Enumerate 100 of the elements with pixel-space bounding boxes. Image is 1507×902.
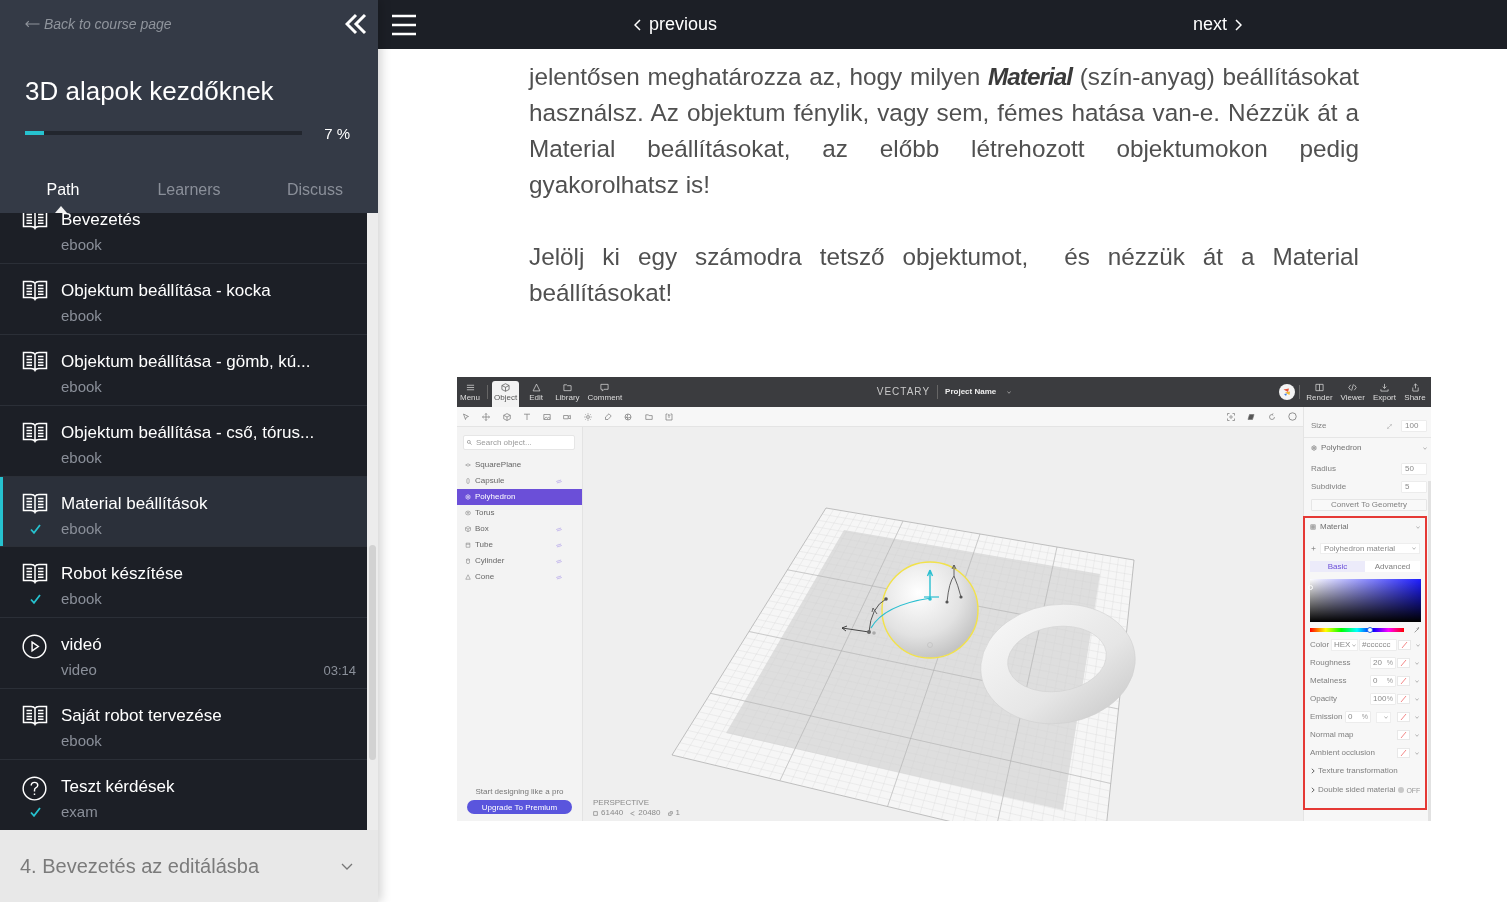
export-icon[interactable] <box>664 412 673 421</box>
previous-button[interactable]: previous <box>634 14 718 35</box>
app-tab[interactable]: Edit <box>523 381 550 407</box>
move-icon[interactable] <box>482 412 491 421</box>
caret-icon[interactable] <box>1415 661 1419 665</box>
object-item[interactable]: Cone <box>457 569 582 585</box>
caret-icon[interactable] <box>1416 643 1420 647</box>
caret-icon[interactable] <box>1415 751 1419 755</box>
tab[interactable]: Learners <box>126 178 252 213</box>
section-label[interactable]: Double sided material <box>1318 785 1396 795</box>
format-dropdown[interactable]: HEX <box>1331 639 1358 651</box>
saturation-picker[interactable] <box>1310 579 1421 622</box>
no-texture-icon[interactable] <box>1397 712 1410 722</box>
scrollbar[interactable] <box>367 213 378 830</box>
material-tab[interactable]: Advanced <box>1365 561 1420 572</box>
number-field[interactable]: 50 <box>1401 463 1427 475</box>
convert-button[interactable]: Convert To Geometry <box>1311 499 1427 511</box>
caret-icon[interactable] <box>1415 715 1419 719</box>
chevron-right-icon[interactable] <box>1311 768 1315 774</box>
caret-icon[interactable] <box>1415 733 1419 737</box>
hue-slider-thumb[interactable] <box>1367 627 1374 633</box>
eye-slash-icon[interactable] <box>556 478 562 484</box>
app-action-button[interactable]: Export <box>1370 381 1398 407</box>
hue-slider[interactable] <box>1310 627 1405 633</box>
lesson-type: ebook <box>61 589 103 610</box>
project-name[interactable]: Project Name <box>945 387 997 397</box>
object-item[interactable]: Polyhedron <box>457 489 582 505</box>
search-field[interactable]: Search object... <box>463 435 575 450</box>
tag-icon[interactable] <box>604 412 613 421</box>
object-item[interactable]: SquarePlane <box>457 457 582 473</box>
property-label: Radius <box>1311 464 1337 474</box>
no-texture-icon[interactable] <box>1397 730 1410 740</box>
lesson-item[interactable]: Material beállítások ebook <box>0 476 367 548</box>
caret-icon[interactable] <box>1415 679 1419 683</box>
rotate-icon[interactable] <box>1267 412 1276 421</box>
link-icon[interactable] <box>1387 423 1392 429</box>
eye-slash-icon[interactable] <box>556 542 562 548</box>
section-title: Material <box>1320 522 1350 532</box>
book-icon <box>22 420 48 443</box>
eye-slash-icon[interactable] <box>556 558 562 564</box>
eye-slash-icon[interactable] <box>556 526 562 532</box>
app-tab[interactable]: Library <box>553 381 582 407</box>
parallelogram-icon[interactable] <box>1247 412 1256 421</box>
color-dropdown[interactable] <box>1376 711 1391 723</box>
material-tab[interactable]: Basic <box>1310 561 1365 572</box>
caret-icon[interactable] <box>1416 525 1420 529</box>
eye-slash-icon[interactable] <box>556 574 562 580</box>
size-field[interactable]: 100 <box>1401 420 1427 432</box>
scrollbar-thumb[interactable] <box>369 545 376 760</box>
material-dropdown[interactable]: Polyhedron material <box>1320 543 1420 554</box>
back-link[interactable]: Back to course page <box>25 16 172 32</box>
lesson-title: Saját robot tervezése <box>61 705 223 728</box>
caret-icon[interactable] <box>1423 446 1427 450</box>
app-action-button[interactable]: Viewer <box>1338 381 1367 407</box>
caret-icon[interactable] <box>1007 390 1012 394</box>
app-action-button[interactable]: Render <box>1304 381 1335 407</box>
tab[interactable]: Discuss <box>252 178 378 213</box>
folder-icon[interactable] <box>644 412 653 421</box>
object-item[interactable]: Box <box>457 521 582 537</box>
pointer-icon[interactable] <box>462 412 470 421</box>
no-texture-icon[interactable] <box>1397 694 1410 704</box>
avatar-icon[interactable] <box>1279 384 1296 400</box>
menu-icon[interactable] <box>392 13 416 36</box>
no-texture-icon[interactable] <box>1397 748 1410 758</box>
focus-icon[interactable] <box>1227 412 1236 421</box>
code-icon <box>1348 383 1358 392</box>
eyedropper-icon[interactable] <box>1414 627 1420 633</box>
caret-icon[interactable] <box>1415 697 1419 701</box>
menu-button[interactable]: Menu <box>457 381 483 407</box>
app-tab[interactable]: Object <box>492 381 520 407</box>
cube-icon[interactable] <box>502 412 511 421</box>
property-label: Opacity <box>1310 694 1339 704</box>
no-texture-icon[interactable] <box>1397 676 1410 686</box>
object-item[interactable]: Cylinder <box>457 553 582 569</box>
image-icon[interactable] <box>543 412 552 421</box>
plus-icon[interactable] <box>1311 546 1316 551</box>
caret-icon <box>1384 715 1388 719</box>
tab[interactable]: Path <box>0 178 126 213</box>
object-item[interactable]: Tube <box>457 537 582 553</box>
app-tab[interactable]: Comment <box>585 381 625 407</box>
no-texture-icon[interactable] <box>1398 640 1411 650</box>
double-chevron-left-icon[interactable] <box>345 13 367 35</box>
chevron-left-icon <box>630 810 636 816</box>
scrollbar[interactable] <box>1428 481 1431 821</box>
app-action-button[interactable]: Share <box>1402 381 1428 407</box>
camera-icon[interactable] <box>563 412 572 421</box>
object-item[interactable]: Capsule <box>457 473 582 489</box>
paragraph: jelentősen meghatározza az, hogy milyen Material (szín-anyag) beállításokat használsz. Az objektum fénylik, vagy sem, fémes hatása van-e. Nézzük át a Material beállításokat, az előbb létrehozott objektumokon pedig gyakorolhatsz is! <box>529 62 1359 200</box>
text-tool-icon[interactable] <box>522 412 531 421</box>
sun-icon[interactable] <box>583 412 592 421</box>
color-field[interactable]: #cccccc <box>1359 639 1397 651</box>
upgrade-button[interactable]: Upgrade To Premium <box>467 800 572 814</box>
no-texture-icon[interactable] <box>1397 658 1410 668</box>
lesson-item[interactable]: Bevezetés ebook <box>0 213 367 264</box>
chevron-right-icon[interactable] <box>1311 787 1315 793</box>
section-header[interactable]: 4. Bevezetés az editálásba <box>0 830 378 902</box>
section-label[interactable]: Texture transformation <box>1318 766 1420 776</box>
number-field[interactable]: 5 <box>1401 481 1427 493</box>
next-button[interactable]: next <box>1193 14 1243 35</box>
object-item[interactable]: Torus <box>457 505 582 521</box>
